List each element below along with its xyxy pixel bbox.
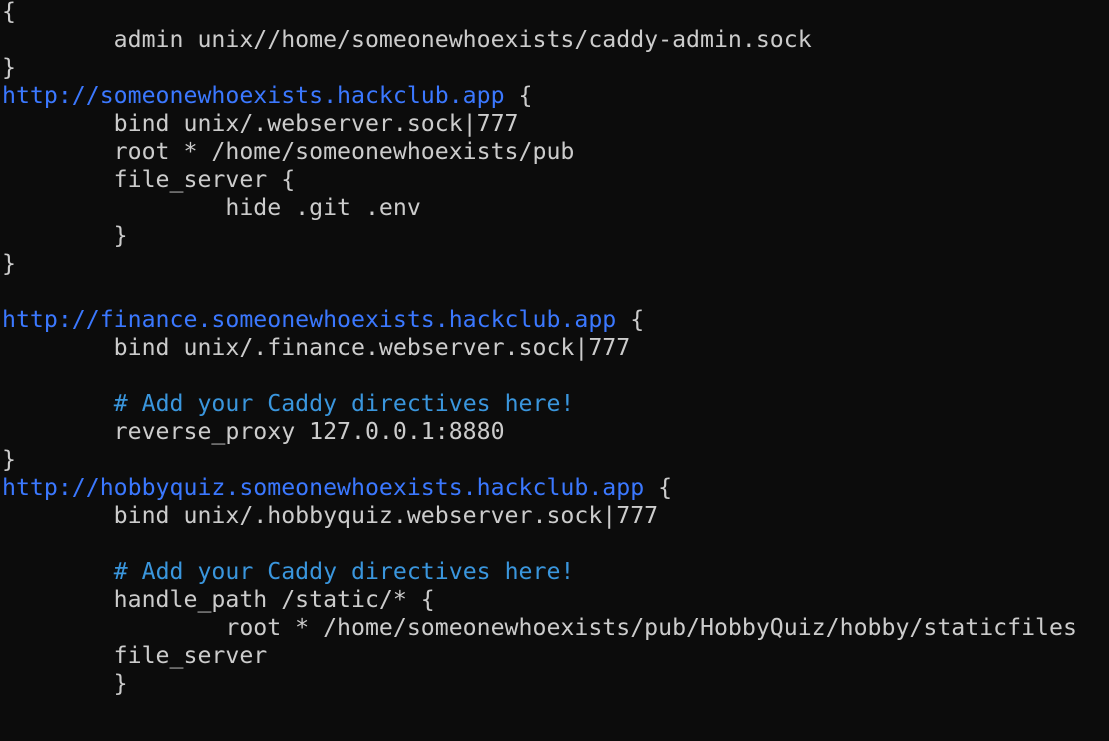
config-text: bind unix/.finance.webserver.sock|777 [2,334,631,361]
config-text: admin unix//home/someonewhoexists/caddy-… [2,26,812,53]
terminal-line: } [2,446,1077,474]
config-text: } [2,54,16,81]
terminal-line: http://someonewhoexists.hackclub.app { [2,82,1077,110]
terminal-line: } [2,222,1077,250]
terminal-line: file_server [2,642,1077,670]
terminal-line: reverse_proxy 127.0.0.1:8880 [2,418,1077,446]
config-text: } [2,222,128,249]
terminal-line: http://hobbyquiz.someonewhoexists.hackcl… [2,474,1077,502]
site-address: http://finance.someonewhoexists.hackclub… [2,306,617,333]
terminal-line: root * /home/someonewhoexists/pub [2,138,1077,166]
config-text: root * /home/someonewhoexists/pub [2,138,575,165]
config-text: { [504,82,533,109]
config-text [2,390,114,417]
terminal-line: # Add your Caddy directives here! [2,558,1077,586]
config-text: bind unix/.webserver.sock|777 [2,110,519,137]
config-text: file_server { [2,166,296,193]
config-text: } [2,250,16,277]
terminal-line: } [2,54,1077,82]
config-text: } [2,446,16,473]
terminal-line: handle_path /static/* { [2,586,1077,614]
terminal-line: } [2,670,1077,698]
site-address: http://someonewhoexists.hackclub.app [2,82,505,109]
config-text: reverse_proxy 127.0.0.1:8880 [2,418,505,445]
config-comment: # Add your Caddy directives here! [113,390,575,417]
terminal-line: file_server { [2,166,1077,194]
terminal-line: # Add your Caddy directives here! [2,390,1077,418]
config-text: root * /home/someonewhoexists/pub/HobbyQ… [2,614,1077,641]
terminal-line: hide .git .env [2,194,1077,222]
terminal-line: bind unix/.finance.webserver.sock|777 [2,334,1077,362]
config-text: { [644,474,673,501]
terminal-line: admin unix//home/someonewhoexists/caddy-… [2,26,1077,54]
config-text: hide .git .env [2,194,421,221]
terminal-line: http://finance.someonewhoexists.hackclub… [2,306,1077,334]
site-address: http://hobbyquiz.someonewhoexists.hackcl… [2,474,645,501]
terminal-line: } [2,250,1077,278]
config-text: file_server [2,642,268,669]
terminal-line: { [2,0,1077,26]
terminal-line: bind unix/.webserver.sock|777 [2,110,1077,138]
config-text: bind unix/.hobbyquiz.webserver.sock|777 [2,502,659,529]
terminal-output[interactable]: { admin unix//home/someonewhoexists/cadd… [2,0,1077,698]
terminal-line: bind unix/.hobbyquiz.webserver.sock|777 [2,502,1077,530]
config-text [2,558,114,585]
terminal-line: root * /home/someonewhoexists/pub/HobbyQ… [2,614,1077,642]
config-comment: # Add your Caddy directives here! [113,558,575,585]
config-text: handle_path /static/* { [2,586,435,613]
config-text: { [2,0,16,25]
config-text: } [2,670,128,697]
config-text: { [616,306,645,333]
